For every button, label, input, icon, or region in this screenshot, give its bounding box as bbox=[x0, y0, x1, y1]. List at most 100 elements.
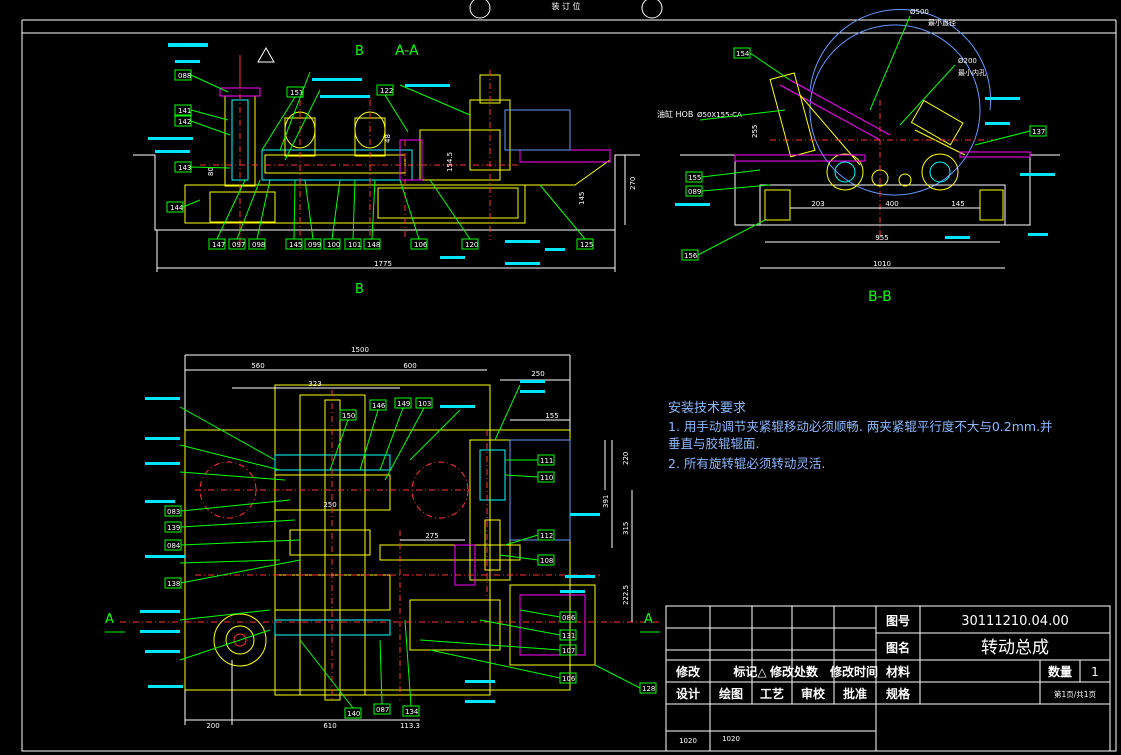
svg-text:084: 084 bbox=[167, 542, 181, 550]
svg-text:144: 144 bbox=[170, 204, 184, 212]
svg-text:156: 156 bbox=[684, 252, 698, 260]
drawing-no: 30111210.04.00 bbox=[961, 614, 1069, 629]
svg-text:134: 134 bbox=[405, 708, 419, 716]
title-block: 图号 30111210.04.00 图名 转动总成 修改 标记△ 修改处数 修改… bbox=[665, 605, 1111, 752]
svg-text:154: 154 bbox=[736, 50, 750, 58]
svg-text:145: 145 bbox=[289, 241, 302, 249]
svg-text:125: 125 bbox=[580, 241, 593, 249]
approve-label: 批准 bbox=[843, 686, 867, 701]
cad-drawing: 装 订 位 B A-A B 1775 270 145 80 154.5 48 0… bbox=[21, 0, 1117, 752]
process-label: 工艺 bbox=[760, 686, 784, 701]
code-2: 1020 bbox=[722, 735, 740, 743]
svg-text:141: 141 bbox=[178, 107, 191, 115]
notes-line-2: 垂直与胶辊辊面. bbox=[668, 436, 759, 451]
svg-text:137: 137 bbox=[1032, 128, 1045, 136]
design-label: 设计 bbox=[676, 686, 700, 701]
drawing-name-label: 图名 bbox=[886, 640, 910, 655]
svg-text:315: 315 bbox=[622, 522, 630, 535]
svg-text:140: 140 bbox=[347, 710, 360, 718]
material-label: 材料 bbox=[885, 664, 910, 679]
svg-text:099: 099 bbox=[308, 241, 321, 249]
svg-text:100: 100 bbox=[327, 241, 340, 249]
svg-text:110: 110 bbox=[540, 474, 553, 482]
svg-text:147: 147 bbox=[212, 241, 225, 249]
svg-text:391: 391 bbox=[602, 495, 610, 508]
svg-text:250: 250 bbox=[323, 501, 336, 509]
svg-text:154.5: 154.5 bbox=[446, 152, 454, 172]
svg-text:275: 275 bbox=[425, 532, 438, 540]
binding-hole-left bbox=[469, 0, 491, 19]
svg-text:250: 250 bbox=[531, 370, 544, 378]
svg-text:120: 120 bbox=[465, 241, 478, 249]
svg-text:323: 323 bbox=[308, 380, 321, 388]
svg-text:139: 139 bbox=[167, 524, 180, 532]
svg-text:128: 128 bbox=[642, 685, 655, 693]
svg-text:111: 111 bbox=[540, 457, 553, 465]
svg-text:80: 80 bbox=[207, 167, 215, 176]
rev-count-label: 修改处数 bbox=[769, 664, 819, 679]
svg-text:48: 48 bbox=[384, 134, 392, 143]
svg-text:101: 101 bbox=[348, 241, 361, 249]
draw-label: 绘图 bbox=[719, 686, 743, 701]
drawing-no-label: 图号 bbox=[886, 613, 910, 628]
rev-time-label: 修改时间 bbox=[829, 664, 878, 679]
svg-text:155: 155 bbox=[545, 412, 558, 420]
svg-text:089: 089 bbox=[688, 188, 701, 196]
svg-text:098: 098 bbox=[252, 241, 265, 249]
svg-text:Ø500: Ø500 bbox=[910, 8, 929, 16]
view-bb: B-B 955 1010 203 400 145 255 Ø500 最小直径 Ø… bbox=[657, 8, 1060, 305]
svg-text:106: 106 bbox=[562, 675, 576, 683]
svg-text:最小直径: 最小直径 bbox=[928, 18, 956, 27]
svg-text:560: 560 bbox=[251, 362, 264, 370]
drawing-frame bbox=[21, 32, 1117, 752]
view-aa-title: A-A bbox=[395, 43, 419, 59]
svg-text:Ø200: Ø200 bbox=[958, 57, 977, 65]
notes-title: 安装技术要求 bbox=[668, 401, 746, 416]
sheet-text: 第1页/共1页 bbox=[1054, 689, 1097, 699]
svg-text:122: 122 bbox=[380, 87, 393, 95]
svg-text:610: 610 bbox=[323, 722, 336, 730]
review-label: 审校 bbox=[801, 686, 826, 701]
svg-text:255: 255 bbox=[751, 125, 759, 138]
svg-text:113.3: 113.3 bbox=[400, 722, 420, 730]
qty-label: 数量 bbox=[1048, 664, 1072, 679]
svg-text:087: 087 bbox=[376, 706, 389, 714]
svg-text:131: 131 bbox=[562, 632, 575, 640]
svg-text:955: 955 bbox=[875, 234, 888, 242]
svg-text:1010: 1010 bbox=[873, 260, 891, 268]
section-mark-b-bottom: B bbox=[355, 282, 364, 297]
svg-text:1500: 1500 bbox=[351, 346, 369, 354]
view-plan: A A 1500 560 600 323 250 155 250 220 391… bbox=[105, 346, 660, 730]
view-bb-title: B-B bbox=[868, 289, 892, 305]
svg-text:149: 149 bbox=[397, 400, 410, 408]
svg-text:150: 150 bbox=[342, 412, 355, 420]
svg-text:145: 145 bbox=[578, 192, 586, 205]
svg-text:086: 086 bbox=[562, 614, 576, 622]
svg-text:143: 143 bbox=[178, 164, 191, 172]
svg-text:146: 146 bbox=[372, 402, 386, 410]
svg-text:097: 097 bbox=[232, 241, 245, 249]
svg-text:103: 103 bbox=[418, 400, 431, 408]
code-1: 1020 bbox=[679, 737, 697, 745]
view-aa: B A-A B 1775 270 145 80 154.5 48 088 141… bbox=[133, 43, 640, 297]
drawing-name: 转动总成 bbox=[981, 638, 1049, 658]
notes-line-3: 2. 所有旋转辊必须转动灵活. bbox=[668, 456, 825, 471]
svg-text:155: 155 bbox=[688, 174, 701, 182]
mark-label: 标记△ bbox=[732, 664, 767, 679]
svg-text:400: 400 bbox=[885, 200, 898, 208]
svg-text:200: 200 bbox=[206, 722, 219, 730]
section-mark-b-top: B bbox=[355, 44, 364, 59]
svg-text:最小内孔: 最小内孔 bbox=[958, 68, 986, 77]
svg-text:270: 270 bbox=[629, 177, 637, 190]
svg-text:088: 088 bbox=[178, 72, 191, 80]
svg-text:203: 203 bbox=[811, 200, 824, 208]
svg-text:222.5: 222.5 bbox=[622, 585, 630, 605]
svg-text:145: 145 bbox=[951, 200, 964, 208]
svg-text:148: 148 bbox=[367, 241, 380, 249]
svg-text:142: 142 bbox=[178, 118, 191, 126]
binding-label: 装 订 位 bbox=[551, 1, 580, 11]
svg-text:106: 106 bbox=[414, 241, 428, 249]
svg-text:083: 083 bbox=[167, 508, 180, 516]
notes-line-1: 1. 用手动调节夹紧辊移动必须顺畅. 两夹紧辊平行度不大与0.2mm.并 bbox=[668, 419, 1053, 434]
section-arrow-a-left: A bbox=[105, 612, 114, 627]
